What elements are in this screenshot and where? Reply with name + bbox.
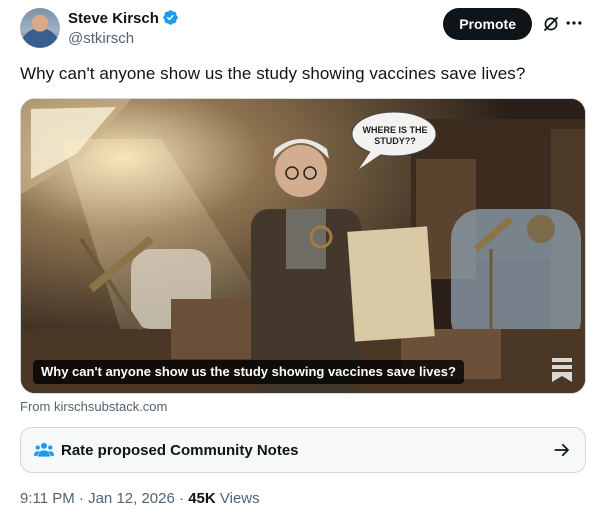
- grok-icon[interactable]: [542, 15, 560, 33]
- source-link[interactable]: From kirschsubstack.com: [20, 399, 167, 414]
- media-card[interactable]: WHERE IS THE STUDY?? Why can't anyone sh…: [20, 98, 586, 394]
- post-header: Steve Kirsch @stkirsch Promote: [20, 8, 586, 50]
- community-notes-icon: [34, 442, 54, 457]
- post-date[interactable]: Jan 12, 2026: [88, 490, 175, 507]
- image-caption: Why can't anyone show us the study showi…: [33, 360, 464, 384]
- author-name-text[interactable]: Steve Kirsch: [68, 10, 159, 27]
- views-count: 45K: [188, 490, 216, 507]
- speech-bubble-line1: WHERE IS THE: [362, 125, 427, 135]
- article-icon: [552, 358, 572, 382]
- meta-separator: ·: [78, 490, 84, 507]
- community-notes-label: Rate proposed Community Notes: [61, 442, 299, 459]
- more-options-icon[interactable]: [564, 13, 584, 33]
- avatar[interactable]: [20, 8, 60, 48]
- speech-bubble-line2: STUDY??: [374, 136, 416, 146]
- post-time[interactable]: 9:11 PM: [20, 490, 75, 507]
- verified-badge-icon: [163, 10, 178, 25]
- post-text: Why can't anyone show us the study showi…: [20, 64, 526, 83]
- post-meta: 9:11 PM · Jan 12, 2026 · 45K Views: [20, 490, 260, 507]
- author-handle[interactable]: @stkirsch: [68, 30, 134, 47]
- author-name[interactable]: Steve Kirsch: [68, 9, 179, 27]
- rate-community-notes-button[interactable]: Rate proposed Community Notes: [20, 427, 586, 473]
- views-label: Views: [219, 490, 260, 507]
- promote-button[interactable]: Promote: [443, 8, 532, 40]
- post-image: WHERE IS THE STUDY??: [21, 99, 585, 393]
- meta-separator: ·: [179, 490, 185, 507]
- arrow-right-icon: [554, 443, 569, 457]
